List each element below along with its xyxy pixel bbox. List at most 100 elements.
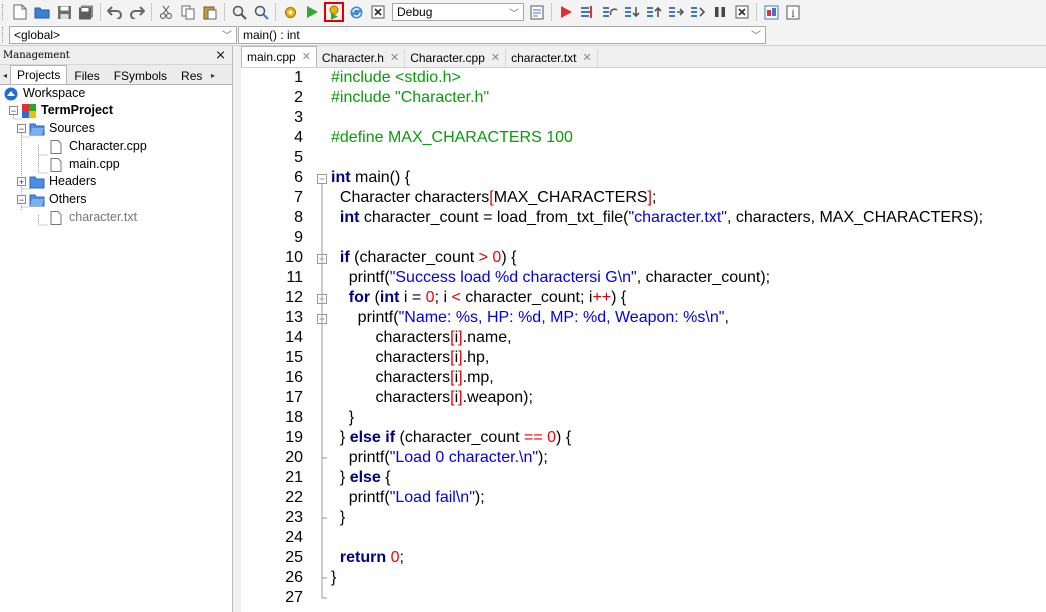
tree-node-workspace[interactable]: Workspace	[3, 85, 85, 102]
redo-icon[interactable]	[128, 3, 146, 21]
build-target-select[interactable]: Debug ﹀	[392, 3, 524, 21]
line-number: 20	[285, 449, 303, 466]
line-number: 21	[285, 469, 303, 486]
line-number: 18	[285, 409, 303, 426]
copy-icon[interactable]	[179, 3, 197, 21]
tree-node-file[interactable]: character.txt	[49, 209, 137, 226]
close-icon[interactable]: ✕	[583, 49, 592, 67]
tree-label-workspace: Workspace	[23, 86, 86, 100]
abort-icon[interactable]	[369, 3, 387, 21]
code-token: }	[331, 429, 350, 446]
code-token: printf(	[331, 449, 390, 466]
tree-node-file[interactable]: main.cpp	[49, 156, 120, 173]
code-text[interactable]: #include <stdio.h> #include "Character.h"…	[331, 68, 983, 608]
code-token: ) {	[556, 429, 572, 446]
run-icon[interactable]	[303, 3, 321, 21]
line-number: 19	[285, 429, 303, 446]
close-icon[interactable]: ✕	[302, 48, 311, 66]
code-line: characters[i].mp,	[331, 368, 983, 388]
show-targets-icon[interactable]	[528, 3, 546, 21]
collapse-icon[interactable]: −	[9, 106, 18, 116]
tab-character-h[interactable]: Character.h ✕	[317, 49, 406, 67]
code-line: characters[i].name,	[331, 328, 983, 348]
build-and-run-icon[interactable]	[324, 2, 344, 22]
function-select[interactable]: main() : int ﹀	[238, 25, 766, 44]
code-token: .hp,	[462, 349, 490, 366]
step-out-icon[interactable]	[645, 3, 663, 21]
line-number-gutter: 1 2 3 4 5 6 7 8 9 10 11 12 13 14 15 16 17 18 19 20 21 22 23 24 2…	[241, 68, 303, 608]
code-token: ==	[524, 429, 543, 446]
code-line: #define MAX_CHARACTERS 100	[331, 128, 983, 148]
tree-node-file[interactable]: Character.cpp	[49, 138, 147, 155]
tab-projects[interactable]: Projects	[10, 65, 68, 84]
tree-label-file: main.cpp	[69, 157, 120, 171]
code-token: ++	[592, 289, 612, 306]
new-file-icon[interactable]	[11, 3, 29, 21]
toolbar-grip[interactable]	[2, 26, 6, 43]
tab-files[interactable]: Files	[67, 67, 106, 84]
code-token: 0	[547, 429, 557, 446]
save-all-icon[interactable]	[77, 3, 95, 21]
close-icon[interactable]: ✕	[390, 49, 399, 67]
code-token: ; i	[434, 289, 452, 306]
close-icon[interactable]: ✕	[491, 49, 500, 67]
collapse-icon[interactable]: −	[17, 124, 26, 134]
code-token: printf(	[331, 489, 390, 506]
step-into-icon[interactable]	[623, 3, 641, 21]
build-gear-icon[interactable]	[281, 3, 299, 21]
code-token: else if	[349, 429, 396, 446]
rebuild-icon[interactable]	[347, 3, 365, 21]
find-icon[interactable]	[230, 3, 248, 21]
cut-icon[interactable]	[157, 3, 175, 21]
tab-character-cpp[interactable]: Character.cpp ✕	[405, 49, 507, 67]
tree-node-others[interactable]: − Others	[17, 191, 87, 208]
line-number: 10	[285, 249, 303, 266]
code-line: if (character_count > 0) {	[331, 248, 983, 268]
code-token: #include <stdio.h>	[331, 69, 461, 86]
tab-character-txt[interactable]: character.txt ✕	[506, 49, 598, 67]
line-number: 4	[294, 129, 303, 146]
expand-icon[interactable]: +	[17, 177, 26, 187]
stop-debugger-icon[interactable]	[733, 3, 751, 21]
undo-icon[interactable]	[106, 3, 124, 21]
tab-resources[interactable]: Res	[174, 67, 208, 84]
next-instruction-icon[interactable]	[667, 3, 685, 21]
close-icon[interactable]: ×	[215, 48, 226, 63]
collapse-icon[interactable]: −	[17, 195, 26, 205]
code-token: "Name: %s, HP: %d, MP: %d, Weapon: %s\n"	[398, 309, 725, 326]
debug-windows-icon[interactable]	[762, 3, 780, 21]
open-folder-icon[interactable]	[33, 3, 51, 21]
pause-icon[interactable]	[711, 3, 729, 21]
code-area[interactable]: 1 2 3 4 5 6 7 8 9 10 11 12 13 14 15 16 17 18 19 20 21 22 23 24 2…	[241, 68, 1046, 612]
svg-text:i: i	[791, 9, 794, 20]
paste-icon[interactable]	[201, 3, 219, 21]
toolbar-grip[interactable]	[2, 4, 6, 20]
tree-node-headers[interactable]: + Headers	[17, 173, 96, 190]
tab-main-cpp[interactable]: main.cpp ✕	[241, 46, 317, 67]
run-to-cursor-icon[interactable]	[579, 3, 597, 21]
code-token: int	[331, 169, 351, 186]
tree-label-file: character.txt	[69, 210, 138, 224]
toolbar-separator	[551, 3, 552, 21]
tree-node-sources[interactable]: − Sources	[17, 120, 95, 137]
scope-select[interactable]: <global> ﹀	[9, 25, 237, 44]
line-number: 8	[294, 209, 303, 226]
tab-scroll-right-icon[interactable]: ▸	[208, 68, 218, 84]
step-over-icon[interactable]	[601, 3, 619, 21]
line-number: 9	[294, 229, 303, 246]
line-number: 16	[285, 369, 303, 386]
code-line: characters[i].weapon);	[331, 388, 983, 408]
save-icon[interactable]	[55, 3, 73, 21]
fold-margin	[317, 174, 327, 599]
tab-fsymbols[interactable]: FSymbols	[107, 67, 174, 84]
step-into-instruction-icon[interactable]	[689, 3, 707, 21]
main-toolbar: Debug ﹀ i	[0, 0, 1046, 25]
replace-icon[interactable]	[252, 3, 270, 21]
various-info-icon[interactable]: i	[784, 3, 802, 21]
tab-scroll-left-icon[interactable]: ◂	[0, 68, 10, 84]
line-number: 22	[285, 489, 303, 506]
management-header: Management ×	[0, 46, 232, 65]
tree-node-project[interactable]: − TermProject	[9, 102, 113, 119]
debug-start-icon[interactable]	[557, 3, 575, 21]
